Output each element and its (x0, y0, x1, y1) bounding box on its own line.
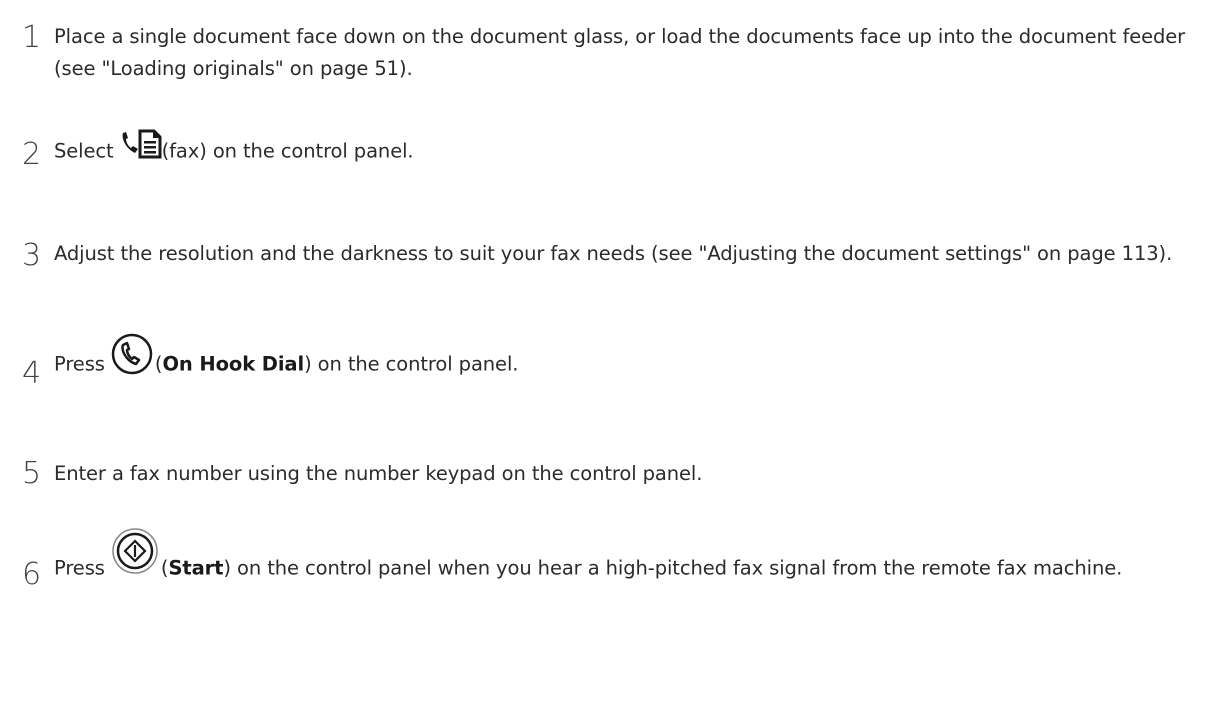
step-number: 5 (22, 456, 42, 491)
start-label: Start (168, 556, 224, 580)
step-text: Press (On Hook Dial) on the control pane… (54, 333, 1213, 391)
phone-document-icon (120, 129, 162, 169)
step-text-after: ) on the control panel when you hear a h… (223, 556, 1123, 580)
step-3: 3 Adjust the resolution and the darkness… (22, 238, 1213, 273)
step-number: 4 (22, 356, 42, 391)
step-4: 4 Press (On Hook Dial) on the control pa… (22, 333, 1213, 391)
step-number: 2 (22, 137, 42, 172)
step-number: 3 (22, 238, 42, 273)
step-text-before: Select (54, 139, 120, 163)
step-text: Place a single document face down on the… (54, 25, 1186, 80)
step-1: 1 Place a single document face down on t… (22, 21, 1213, 85)
on-hook-dial-icon (111, 333, 155, 385)
step-2: 2 Select (fax) on the control panel. (22, 129, 1213, 172)
step-text: Press (Start) on the control panel when … (54, 528, 1213, 599)
step-5: 5 Enter a fax number using the number ke… (22, 458, 1213, 490)
step-text: Enter a fax number using the number keyp… (54, 462, 703, 485)
step-number: 6 (22, 557, 42, 592)
step-text-after: ) on the control panel. (304, 352, 519, 376)
start-button-icon (111, 527, 161, 587)
step-text: Select (fax) on the control panel. (54, 129, 1213, 172)
step-text-before: Press (54, 556, 111, 580)
step-text: Adjust the resolution and the darkness t… (54, 242, 1173, 265)
step-text-before: Press (54, 352, 111, 376)
step-number: 1 (22, 20, 42, 55)
on-hook-dial-label: On Hook Dial (162, 352, 305, 376)
step-text-after: (fax) on the control panel. (161, 139, 414, 163)
step-6: 6 Press (Start) on the control panel whe… (22, 528, 1213, 599)
